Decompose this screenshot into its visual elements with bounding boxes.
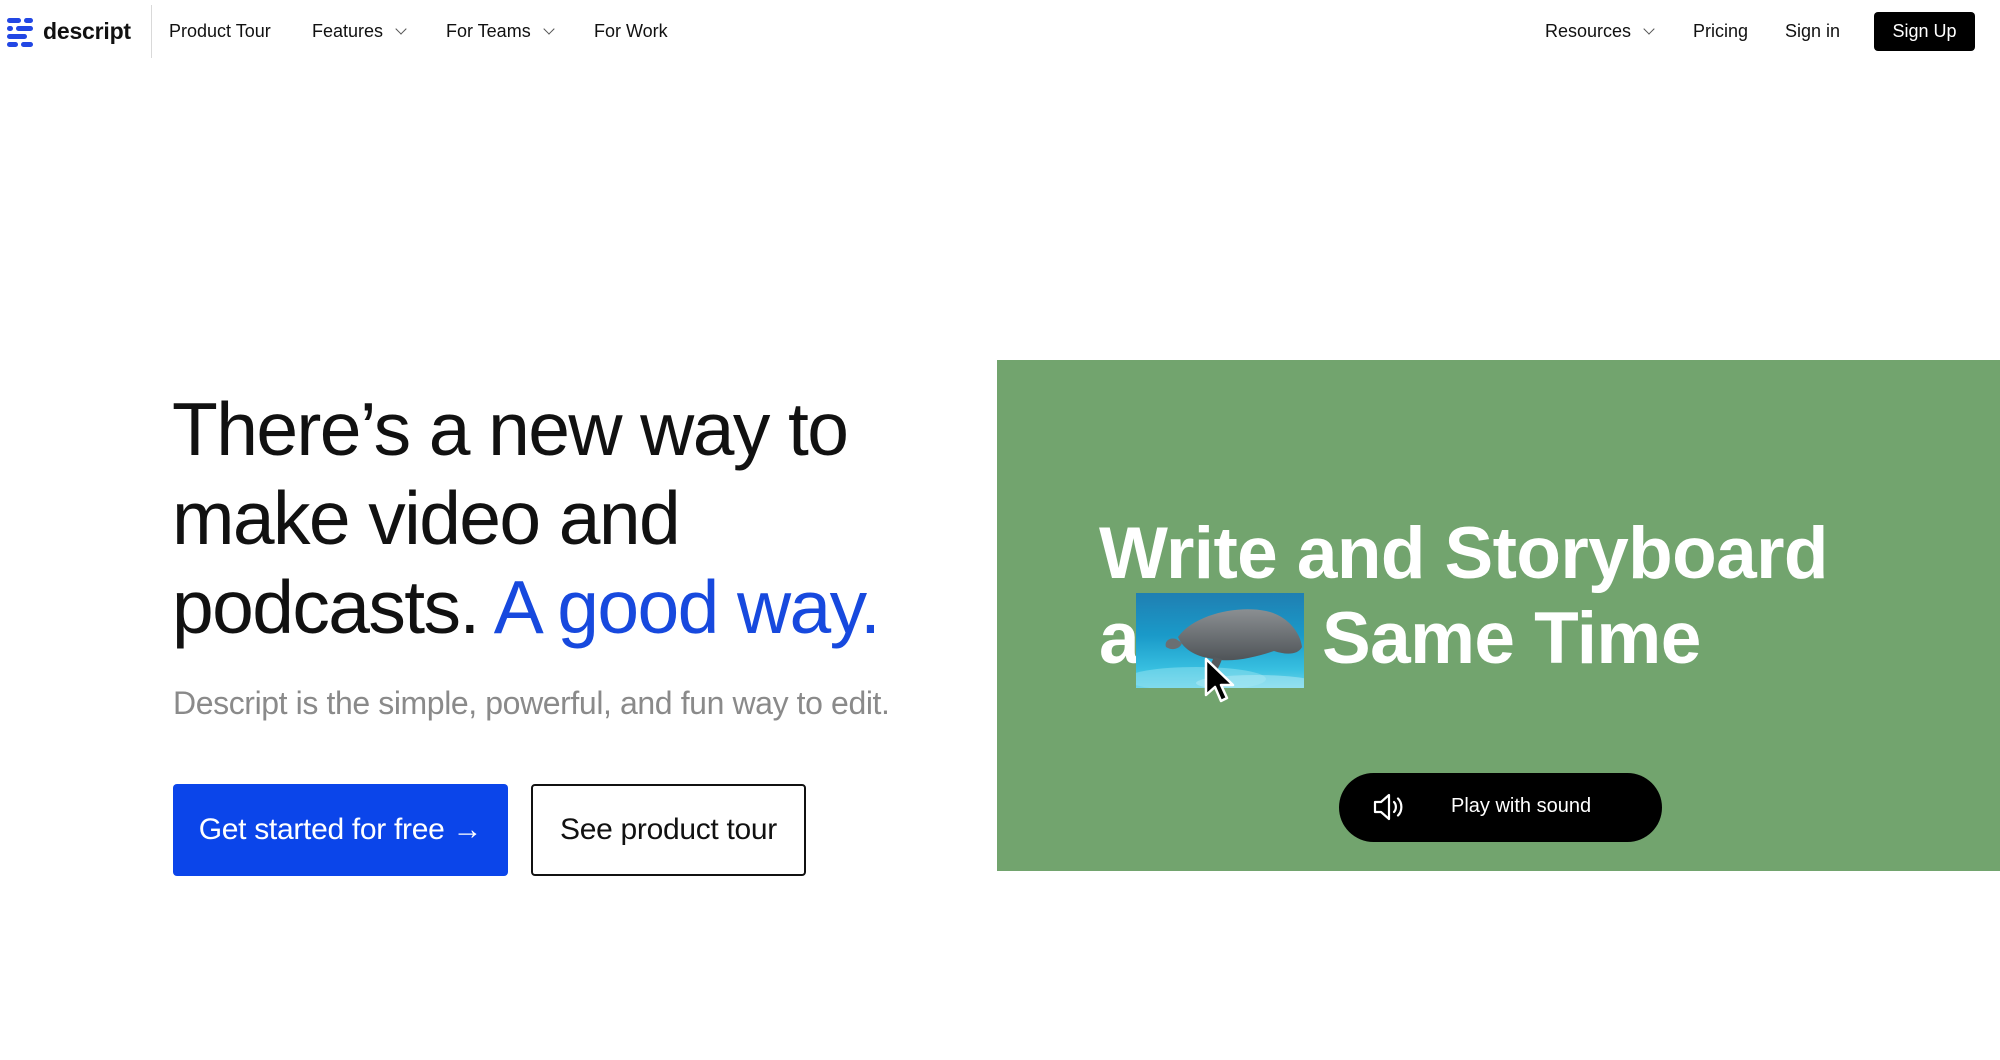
chevron-down-icon xyxy=(1643,22,1655,35)
play-with-sound-button[interactable]: Play with sound xyxy=(1339,773,1662,842)
headline-line-2: make video and xyxy=(172,476,681,560)
chevron-down-icon xyxy=(543,22,555,35)
headline-line-1: There’s a new way to xyxy=(172,387,849,471)
nav-pricing[interactable]: Pricing xyxy=(1693,18,1748,44)
video-caption-line-2-start: a xyxy=(1099,598,1140,679)
hero-headline: There’s a new way to make video and podc… xyxy=(172,385,992,652)
nav-product-tour[interactable]: Product Tour xyxy=(169,18,271,44)
video-caption-line-1: Write and Storyboard xyxy=(1099,513,1829,594)
nav-for-work-label: For Work xyxy=(594,20,668,41)
hero-video[interactable]: Write and Storyboard a Same Time Play wi… xyxy=(997,360,2000,871)
speaker-icon xyxy=(1373,793,1403,821)
nav-features-label: Features xyxy=(312,20,384,41)
play-with-sound-label: Play with sound xyxy=(1451,795,1592,817)
product-tour-button[interactable]: See product tour xyxy=(531,784,806,876)
sign-up-button[interactable]: Sign Up xyxy=(1874,12,1975,51)
nav-resources[interactable]: Resources xyxy=(1545,18,1655,44)
nav-for-teams[interactable]: For Teams xyxy=(446,18,555,44)
descript-logo-icon xyxy=(7,16,34,47)
nav-product-tour-label: Product Tour xyxy=(169,20,271,41)
nav-resources-label: Resources xyxy=(1545,20,1632,41)
nav-sign-in-label: Sign in xyxy=(1785,20,1841,41)
brand-name: descript xyxy=(43,17,131,44)
hero-subhead: Descript is the simple, powerful, and fu… xyxy=(173,685,890,721)
chevron-down-icon xyxy=(395,22,407,35)
nav-for-work[interactable]: For Work xyxy=(594,18,668,44)
video-caption-line-2-end: Same Time xyxy=(1322,598,1701,679)
headline-accent: A good way. xyxy=(493,565,881,649)
descript-logo[interactable]: descript xyxy=(7,15,131,47)
nav-pricing-label: Pricing xyxy=(1693,20,1749,41)
headline-line-3: podcasts. xyxy=(172,565,480,649)
mouse-cursor-icon xyxy=(1204,657,1235,703)
nav-features[interactable]: Features xyxy=(312,18,407,44)
top-navigation: descript Product Tour Features For Teams… xyxy=(0,0,2000,62)
nav-for-teams-label: For Teams xyxy=(446,20,531,41)
get-started-button[interactable]: Get started for free → xyxy=(173,784,508,876)
nav-sign-in[interactable]: Sign in xyxy=(1785,18,1840,44)
nav-divider xyxy=(151,5,152,58)
